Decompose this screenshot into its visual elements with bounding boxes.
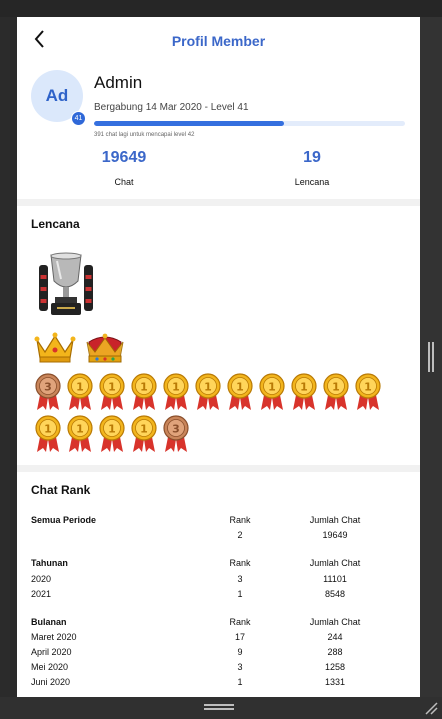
monthly-rank: 17 [234, 632, 245, 642]
badges-section: Lencana 3 1 1 1 1 1 1 1 1 1 1 1 1 1 1 3 [17, 206, 420, 465]
member-since: Bergabung 14 Mar 2020 - Level 41 [94, 102, 249, 113]
app-screen: Profil Member Ad 41 Admin Bergabung 14 M… [17, 17, 420, 697]
medal-rank-1-icon[interactable]: 1 [129, 373, 159, 411]
col-chat-header: Jumlah Chat [309, 617, 361, 627]
crown-red-icon[interactable] [83, 330, 127, 364]
medal-rank-1-icon[interactable]: 1 [161, 373, 191, 411]
medal-rank-1-icon[interactable]: 1 [97, 373, 127, 411]
monthly-period: Maret 2020 [31, 632, 77, 642]
page-title: Profil Member [171, 33, 266, 49]
yearly-rank: 1 [237, 589, 243, 599]
yearly-period: 2020 [31, 574, 52, 584]
window-top-bar [0, 0, 442, 17]
monthly-chat: 288 [327, 647, 343, 657]
monthly-rank: 3 [237, 662, 243, 672]
svg-text:1: 1 [300, 381, 308, 394]
member-name: Admin [94, 73, 143, 92]
medal-rank-3-icon[interactable]: 3 [33, 373, 63, 411]
medal-rank-1-icon[interactable]: 1 [33, 415, 63, 453]
monthly-label: Bulanan [31, 617, 67, 627]
yearly-chat: 8548 [324, 589, 346, 599]
chat-rank-section: Chat Rank Semua Periode Rank Jumlah Chat… [17, 472, 420, 692]
svg-text:1: 1 [140, 423, 148, 436]
svg-text:3: 3 [44, 381, 52, 394]
medal-rank-1-icon[interactable]: 1 [193, 373, 223, 411]
stat-chat-label: Chat [114, 177, 134, 187]
yearly-period: 2021 [31, 589, 52, 599]
yearly-chat: 11101 [323, 574, 347, 584]
svg-text:1: 1 [236, 381, 244, 394]
trophy-icon[interactable] [37, 251, 95, 319]
monthly-rank: 9 [237, 647, 243, 657]
svg-text:1: 1 [332, 381, 340, 394]
monthly-period: April 2020 [31, 647, 72, 657]
svg-text:1: 1 [76, 423, 84, 436]
all-time-rank: 2 [237, 530, 243, 540]
monthly-chat: 1331 [324, 677, 346, 687]
medal-rank-1-icon[interactable]: 1 [65, 373, 95, 411]
stat-chat: 19649 Chat [64, 149, 184, 187]
section-divider [17, 465, 420, 472]
bottom-resize-strip [0, 697, 442, 719]
bottom-resize-handle[interactable] [204, 704, 234, 710]
medal-rank-1-icon[interactable]: 1 [129, 415, 159, 453]
crown-gold-icon[interactable] [33, 330, 77, 364]
stat-badges-value: 19 [303, 149, 321, 166]
medal-rank-1-icon[interactable]: 1 [353, 373, 383, 411]
svg-text:1: 1 [204, 381, 212, 394]
svg-text:1: 1 [268, 381, 276, 394]
medal-rank-1-icon[interactable]: 1 [321, 373, 351, 411]
right-resize-handle[interactable] [428, 342, 434, 372]
monthly-period: Juni 2020 [31, 677, 71, 687]
badges-title: Lencana [31, 217, 80, 231]
yearly-rank: 3 [237, 574, 243, 584]
col-rank-header: Rank [229, 515, 251, 525]
stat-chat-value: 19649 [101, 149, 147, 166]
section-divider [17, 199, 420, 206]
medal-rank-1-icon[interactable]: 1 [65, 415, 95, 453]
col-chat-header: Jumlah Chat [309, 558, 361, 568]
header: Profil Member [17, 17, 420, 63]
level-badge: 41 [71, 111, 86, 126]
svg-text:1: 1 [108, 423, 116, 436]
chat-rank-title: Chat Rank [31, 483, 91, 497]
monthly-chat: 244 [327, 632, 343, 642]
col-rank-header: Rank [229, 558, 251, 568]
col-rank-header: Rank [229, 617, 251, 627]
yearly-label: Tahunan [31, 558, 68, 568]
medal-rank-1-icon[interactable]: 1 [257, 373, 287, 411]
svg-text:1: 1 [172, 381, 180, 394]
medal-rank-1-icon[interactable]: 1 [289, 373, 319, 411]
resize-grip-icon[interactable] [424, 701, 438, 715]
monthly-period: Mei 2020 [31, 662, 69, 672]
svg-text:1: 1 [108, 381, 116, 394]
profile-summary: Ad 41 Admin Bergabung 14 Mar 2020 - Leve… [17, 63, 420, 199]
all-time-label: Semua Periode [31, 515, 97, 525]
all-time-chat: 19649 [322, 530, 348, 540]
svg-text:1: 1 [364, 381, 372, 394]
monthly-chat: 1258 [324, 662, 346, 672]
medal-rank-1-icon[interactable]: 1 [225, 373, 255, 411]
progress-note: 391 chat lagi untuk mencapai level 42 [94, 132, 195, 138]
level-progress-bar [94, 121, 405, 126]
level-progress-fill [94, 121, 284, 126]
stat-badges-label: Lencana [294, 177, 330, 187]
svg-text:1: 1 [140, 381, 148, 394]
stat-badges: 19 Lencana [252, 149, 372, 187]
medal-rank-1-icon[interactable]: 1 [97, 415, 127, 453]
medal-rank-3-icon[interactable]: 3 [161, 415, 191, 453]
svg-text:3: 3 [172, 423, 180, 436]
svg-text:1: 1 [44, 423, 52, 436]
svg-text:1: 1 [76, 381, 84, 394]
col-chat-header: Jumlah Chat [309, 515, 361, 525]
monthly-rank: 1 [237, 677, 243, 687]
